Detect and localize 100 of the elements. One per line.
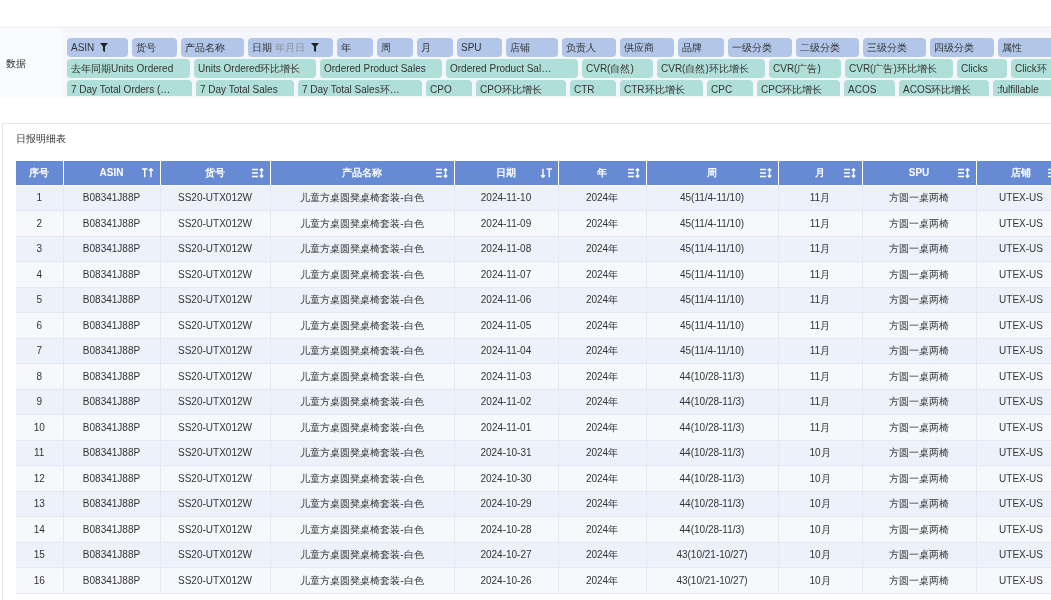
table-cell: SS20-UTX012W [160,465,270,491]
field-chip[interactable]: CPC环比增长 [757,80,840,96]
field-chip[interactable]: CTR环比增长 [620,80,703,96]
table-cell: B08341J88P [63,185,160,211]
field-chip[interactable]: CPO环比增长 [476,80,566,96]
field-chip[interactable]: 月 [417,38,453,57]
field-chip[interactable]: 四级分类 [930,38,994,57]
table-cell: 45(11/4-11/10) [646,287,778,313]
field-chip[interactable]: 7 Day Total Sales环… [298,80,422,96]
field-chip[interactable]: 产品名称 [181,38,244,57]
table-cell: UTEX-US [976,312,1051,338]
field-chip[interactable]: 一级分类 [728,38,792,57]
field-chip[interactable]: 年 [337,38,373,57]
table-cell: 45(11/4-11/10) [646,261,778,287]
table-cell: 11月 [778,363,862,389]
field-chip[interactable]: 负责人 [562,38,616,57]
table-cell: 2024-11-10 [454,185,558,211]
field-chip[interactable]: Clicks [957,59,1007,78]
sort-icon[interactable] [957,167,970,178]
table-cell: 43(10/21-10/27) [646,567,778,593]
table-cell: 儿童方桌圆凳桌椅套装-白色 [270,414,454,440]
sort-icon[interactable] [435,167,448,178]
table-cell: B08341J88P [63,516,160,542]
field-chip[interactable]: ASIN [67,38,128,57]
table-cell: 11月 [778,389,862,415]
field-chip[interactable]: 去年同期Units Ordered [67,59,190,78]
field-chip[interactable]: ACOS环比增长 [899,80,989,96]
table-cell: 方圆一桌两椅 [862,567,976,593]
field-chip[interactable]: CTR [570,80,616,96]
field-chip[interactable]: Ordered Product Sal… [446,59,578,78]
field-chip[interactable]: SPU [457,38,502,57]
field-chip[interactable]: 日期 年月日 [248,38,333,57]
field-chip[interactable]: ACOS [844,80,895,96]
table-cell: UTEX-US [976,542,1051,568]
table-cell: 2024-11-09 [454,210,558,236]
field-chip[interactable]: 属性 [998,38,1051,57]
sort-ascending-icon[interactable] [141,167,154,178]
table-cell: 44(10/28-11/3) [646,465,778,491]
field-chip[interactable]: Units Ordered环比增长 [194,59,316,78]
sort-icon[interactable] [759,167,772,178]
table-cell: UTEX-US [976,261,1051,287]
table-cell: SS20-UTX012W [160,491,270,517]
table-cell: 11月 [778,312,862,338]
field-chip[interactable]: CVR(自然) [582,59,653,78]
table-cell: 2024-10-28 [454,516,558,542]
table-cell: 2024年 [558,312,646,338]
table-cell: UTEX-US [976,440,1051,466]
table-cell: 2024-10-26 [454,567,558,593]
table-cell: 儿童方桌圆凳桌椅套装-白色 [270,312,454,338]
field-chip[interactable]: 供应商 [620,38,674,57]
field-chip[interactable]: CPO [426,80,472,96]
table-cell: 儿童方桌圆凳桌椅套装-白色 [270,236,454,262]
field-chip[interactable]: Click环 [1011,59,1051,78]
sort-descending-icon[interactable] [539,167,552,178]
table-cell: 2024-10-31 [454,440,558,466]
sort-icon[interactable] [627,167,640,178]
table-cell: 44(10/28-11/3) [646,389,778,415]
field-chip[interactable]: 店铺 [506,38,558,57]
row-number: 14 [16,516,63,542]
granularity-label: 年月日 [275,41,305,55]
field-chip[interactable]: CVR(广告) [769,59,841,78]
field-chip[interactable]: 二级分类 [796,38,859,57]
table-cell: SS20-UTX012W [160,440,270,466]
table-cell: 2024年 [558,287,646,313]
field-chip[interactable]: CVR(广告)环比增长 [845,59,953,78]
sort-icon[interactable] [251,167,264,178]
filter-icon[interactable] [100,43,109,52]
table-cell: 2024年 [558,210,646,236]
table-cell: 2024-10-27 [454,542,558,568]
table-cell: 方圆一桌两椅 [862,312,976,338]
table-cell: 45(11/4-11/10) [646,338,778,364]
field-chip[interactable]: 品牌 [678,38,724,57]
field-chip[interactable]: :fulfillable [993,80,1051,96]
table-cell: B08341J88P [63,465,160,491]
table-cell: 43(10/21-10/27) [646,542,778,568]
row-number: 12 [16,465,63,491]
field-chip[interactable]: CVR(自然)环比增长 [657,59,765,78]
table-cell: B08341J88P [63,287,160,313]
row-number: 9 [16,389,63,415]
table-cell: 方圆一桌两椅 [862,363,976,389]
table-cell: 2024年 [558,567,646,593]
field-chip[interactable]: Ordered Product Sales [320,59,442,78]
field-chip[interactable]: 周 [377,38,413,57]
field-chip[interactable]: 三级分类 [863,38,926,57]
table-cell: UTEX-US [976,236,1051,262]
table-cell: 45(11/4-11/10) [646,236,778,262]
row-number: 8 [16,363,63,389]
table-cell: 11月 [778,287,862,313]
field-chip[interactable]: CPC [707,80,753,96]
field-chip[interactable]: 7 Day Total Orders (… [67,80,192,96]
sort-icon[interactable] [843,167,856,178]
filter-icon[interactable] [311,43,319,52]
table-cell: 2024年 [558,516,646,542]
table-cell: 44(10/28-11/3) [646,516,778,542]
table-cell: 2024年 [558,414,646,440]
table-title: 日报明细表 [16,133,66,145]
field-chip[interactable]: 货号 [132,38,177,57]
table-cell: B08341J88P [63,363,160,389]
field-chip[interactable]: 7 Day Total Sales [196,80,294,96]
table-cell: 儿童方桌圆凳桌椅套装-白色 [270,542,454,568]
